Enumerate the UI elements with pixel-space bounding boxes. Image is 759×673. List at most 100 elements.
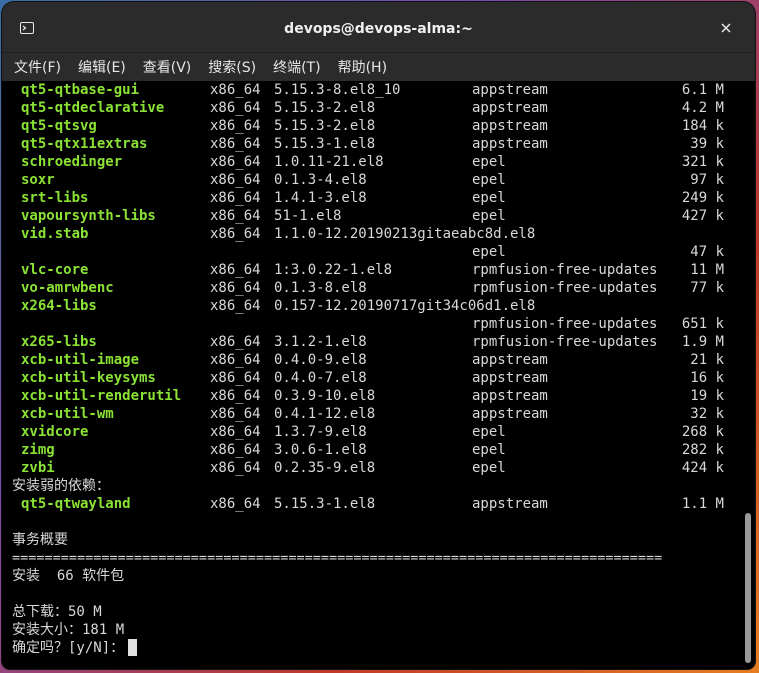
package-arch: x86_64	[210, 226, 261, 242]
package-repo: appstream	[472, 406, 548, 422]
download-total: 总下载：50 M	[12, 604, 102, 620]
menu-edit[interactable]: 编辑(E)	[78, 57, 126, 77]
package-arch: x86_64	[210, 262, 261, 278]
package-name: zvbi	[21, 460, 55, 476]
package-repo: appstream	[472, 100, 548, 116]
menu-view[interactable]: 查看(V)	[143, 57, 192, 77]
package-repo: epel	[472, 208, 506, 224]
weak-deps-header: 安装弱的依赖：	[12, 478, 110, 494]
package-name: vo-amrwbenc	[21, 280, 114, 296]
package-name: xvidcore	[21, 424, 89, 440]
summary-install-line: 安装 66 软件包	[12, 568, 125, 584]
package-arch: x86_64	[210, 298, 261, 314]
package-repo: epel	[472, 460, 506, 476]
package-size: 282 k	[681, 442, 724, 458]
package-arch: x86_64	[210, 82, 261, 98]
package-row: xcb-util-image x86_64 0.4.0-9.el8 appstream…	[12, 351, 755, 369]
package-version: 3.1.2-1.el8	[274, 334, 367, 350]
package-size: 651 k	[681, 316, 724, 332]
confirm-prompt[interactable]: 确定吗？[y/N]：	[12, 639, 755, 657]
package-version: 3.0.6-1.el8	[274, 442, 367, 458]
package-name: srt-libs	[21, 190, 89, 206]
package-version: 51-1.el8	[274, 208, 342, 224]
package-version: 0.4.0-7.el8	[274, 370, 367, 386]
package-row: vapoursynth-libs x86_64 51-1.el8 epel 427 k	[12, 207, 755, 225]
package-size: 6.1 M	[681, 82, 724, 98]
menu-terminal[interactable]: 终端(T)	[273, 57, 320, 77]
package-row: qt5-qtsvg x86_64 5.15.3-2.el8 appstream 184 …	[12, 117, 755, 135]
package-version: 5.15.3-1.el8	[274, 136, 376, 152]
package-row: xvidcore x86_64 1.3.7-9.el8 epel 268 k	[12, 423, 755, 441]
package-version: 0.1.3-4.el8	[274, 172, 367, 188]
package-version: 1.0.11-21.el8	[274, 154, 384, 170]
package-repo: appstream	[472, 370, 548, 386]
package-name: xcb-util-keysyms	[21, 370, 156, 386]
package-repo: epel	[472, 154, 506, 170]
package-name: x265-libs	[21, 334, 97, 350]
package-size: 32 k	[690, 406, 724, 422]
package-name: x264-libs	[21, 298, 97, 314]
package-name: vid.stab	[21, 226, 89, 242]
menu-search[interactable]: 搜索(S)	[208, 57, 256, 77]
package-size: 1.9 M	[681, 334, 724, 350]
package-row: qt5-qtx11extras x86_64 5.15.3-1.el8 appstre…	[12, 135, 755, 153]
package-row: xcb-util-wm x86_64 0.4.1-12.el8 appstream 32…	[12, 405, 755, 423]
package-repo: appstream	[472, 118, 548, 134]
package-arch: x86_64	[210, 352, 261, 368]
package-size: 19 k	[690, 388, 724, 404]
terminal-window: devops@devops-alma:~ 文件(F) 编辑(E) 查看(V) 搜…	[2, 2, 755, 669]
package-version: 0.157-12.20190717git34c06d1.el8	[274, 298, 536, 314]
package-arch: x86_64	[210, 442, 261, 458]
package-version: 1.4.1-3.el8	[274, 190, 367, 206]
package-repo: appstream	[472, 136, 548, 152]
package-version: 5.15.3-1.el8	[274, 496, 376, 512]
package-arch: x86_64	[210, 100, 261, 116]
package-arch: x86_64	[210, 460, 261, 476]
package-repo: epel	[472, 190, 506, 206]
package-arch: x86_64	[210, 496, 261, 512]
prompt-text: 确定吗？[y/N]：	[12, 640, 125, 656]
package-arch: x86_64	[210, 370, 261, 386]
package-arch: x86_64	[210, 136, 261, 152]
package-repo: rpmfusion-free-updates	[472, 280, 658, 296]
terminal-output[interactable]: qt5-qtbase-gui x86_64 5.15.3-8.el8_10 appst…	[2, 81, 755, 669]
package-arch: x86_64	[210, 118, 261, 134]
package-version: 5.15.3-2.el8	[274, 118, 376, 134]
package-size: 47 k	[690, 244, 724, 260]
package-size: 77 k	[690, 280, 724, 296]
package-size: 1.1 M	[681, 496, 724, 512]
package-name: xcb-util-wm	[21, 406, 114, 422]
package-repo: epel	[472, 244, 506, 260]
package-arch: x86_64	[210, 154, 261, 170]
package-row: qt5-qtbase-gui x86_64 5.15.3-8.el8_10 appst…	[12, 81, 755, 99]
package-repo: appstream	[472, 352, 548, 368]
package-version: 0.4.1-12.el8	[274, 406, 376, 422]
menu-help[interactable]: 帮助(H)	[338, 57, 387, 77]
package-version: 5.15.3-8.el8_10	[274, 82, 401, 98]
package-row: epel 47 k	[12, 243, 755, 261]
package-size: 21 k	[690, 352, 724, 368]
menu-file[interactable]: 文件(F)	[14, 57, 61, 77]
package-size: 16 k	[690, 370, 724, 386]
scrollbar[interactable]	[745, 513, 751, 663]
package-arch: x86_64	[210, 334, 261, 350]
package-version: 0.1.3-8.el8	[274, 280, 367, 296]
package-arch: x86_64	[210, 190, 261, 206]
title-bar: devops@devops-alma:~	[2, 2, 755, 53]
package-row: x264-libs x86_64 0.157-12.20190717git34c06…	[12, 297, 755, 315]
package-repo: appstream	[472, 388, 548, 404]
package-arch: x86_64	[210, 172, 261, 188]
package-row: zimg x86_64 3.0.6-1.el8 epel 282 k	[12, 441, 755, 459]
text-cursor	[128, 639, 138, 656]
package-arch: x86_64	[210, 424, 261, 440]
package-name: vlc-core	[21, 262, 89, 278]
package-name: soxr	[21, 172, 55, 188]
close-icon[interactable]	[715, 17, 737, 39]
package-row: qt5-qtdeclarative x86_64 5.15.3-2.el8 appst…	[12, 99, 755, 117]
package-list: qt5-qtbase-gui x86_64 5.15.3-8.el8_10 appst…	[12, 81, 755, 477]
package-repo: epel	[472, 424, 506, 440]
package-version: 0.4.0-9.el8	[274, 352, 367, 368]
package-repo: appstream	[472, 82, 548, 98]
package-version: 0.3.9-10.el8	[274, 388, 376, 404]
package-row: qt5-qtwayland x86_64 5.15.3-1.el8 appstream…	[12, 495, 755, 513]
